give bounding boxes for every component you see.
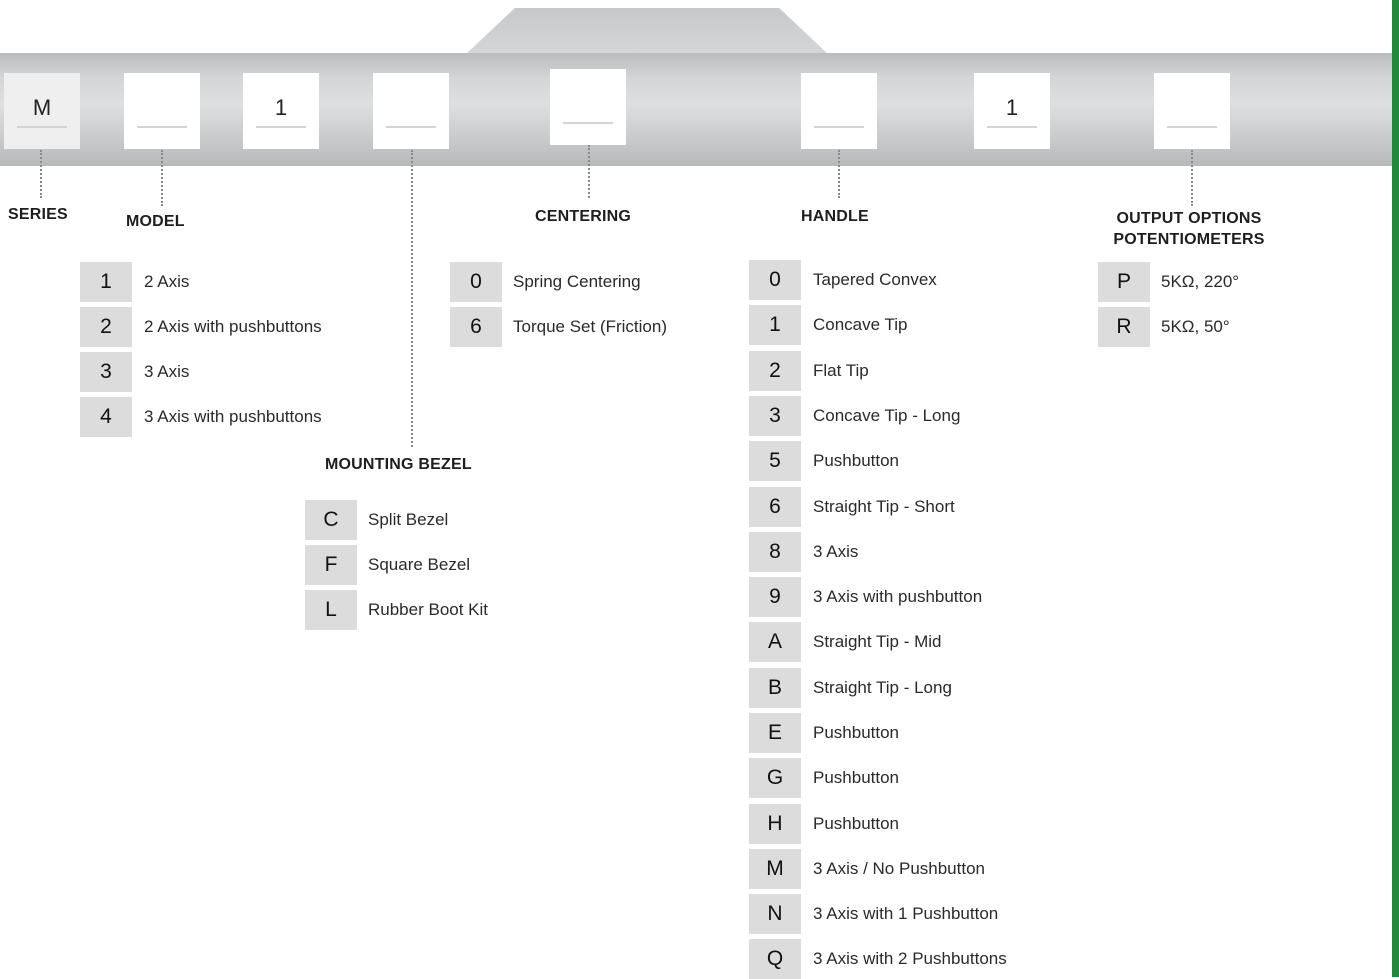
bezel-code: L xyxy=(305,590,357,630)
handle-label: Flat Tip xyxy=(813,361,869,380)
handle-label: Concave Tip xyxy=(813,315,908,334)
connector-output xyxy=(1191,150,1193,206)
handle-code: 1 xyxy=(749,305,801,345)
model-label: 3 Axis xyxy=(144,362,190,381)
centering-header: CENTERING xyxy=(535,208,632,225)
centering-label: Spring Centering xyxy=(513,272,641,291)
handle-label: 3 Axis xyxy=(813,542,859,561)
model-header: MODEL xyxy=(126,213,185,230)
model-code: 2 xyxy=(80,307,132,347)
slot-underline xyxy=(814,126,864,128)
handle-label: Concave Tip - Long xyxy=(813,406,961,425)
model-code: 1 xyxy=(80,262,132,302)
handle-label: Pushbutton xyxy=(813,451,900,470)
connector-handle xyxy=(838,150,840,198)
green-edge-stripe xyxy=(1392,0,1399,977)
handle-label: Straight Tip - Short xyxy=(813,497,955,516)
model-label: 2 Axis with pushbuttons xyxy=(144,317,322,336)
handle-label: Straight Tip - Long xyxy=(813,678,952,697)
handle-code: 2 xyxy=(749,351,801,391)
handle-code: A xyxy=(749,622,801,662)
handle-label: 3 Axis with pushbutton xyxy=(813,587,983,606)
output-options-header: OUTPUT OPTIONS POTENTIOMETERS xyxy=(1094,208,1284,250)
handle-code: G xyxy=(749,758,801,798)
model-label: 2 Axis xyxy=(144,272,190,291)
slot-underline xyxy=(386,126,436,128)
handle-label: Pushbutton xyxy=(813,768,900,787)
slot-series: M xyxy=(4,73,80,149)
handle-code: 8 xyxy=(749,532,801,572)
bezel-code: C xyxy=(305,500,357,540)
handle-code: M xyxy=(749,849,801,889)
handle-code: N xyxy=(749,894,801,934)
slot-underline xyxy=(256,126,306,128)
slot-centering xyxy=(550,69,626,145)
output-label: 5KΩ, 50° xyxy=(1161,317,1230,336)
connector-mounting-bezel xyxy=(411,150,413,447)
centering-label: Torque Set (Friction) xyxy=(513,317,667,336)
model-code: 4 xyxy=(80,397,132,437)
connector-series xyxy=(40,150,42,198)
handle-code: 5 xyxy=(749,441,801,481)
slot-underline xyxy=(137,126,187,128)
handle-label: 3 Axis / No Pushbutton xyxy=(813,859,985,878)
band-top-tab xyxy=(466,8,828,54)
output-label: 5KΩ, 220° xyxy=(1161,272,1240,291)
handle-code: Q xyxy=(749,939,801,979)
handle-code: 9 xyxy=(749,577,801,617)
slot-mounting-bezel xyxy=(373,73,449,149)
potentiometers-subtitle: POTENTIOMETERS xyxy=(1113,231,1265,248)
handle-code: 0 xyxy=(749,260,801,300)
handle-label: Straight Tip - Mid xyxy=(813,632,942,651)
bezel-label: Rubber Boot Kit xyxy=(368,600,489,619)
centering-code: 0 xyxy=(450,262,502,302)
bezel-label: Split Bezel xyxy=(368,510,449,529)
slot-series-value: M xyxy=(32,95,52,120)
handle-label: Pushbutton xyxy=(813,723,900,742)
slot-underline xyxy=(1167,126,1217,128)
output-code: P xyxy=(1098,262,1150,302)
output-code: R xyxy=(1098,307,1150,347)
slot-fixed-2-value: 1 xyxy=(1005,95,1019,120)
handle-label: Pushbutton xyxy=(813,814,900,833)
handle-label: Tapered Convex xyxy=(813,270,937,289)
mounting-bezel-header: MOUNTING BEZEL xyxy=(325,456,472,473)
slot-fixed-2: 1 xyxy=(974,73,1050,149)
bezel-code: F xyxy=(305,545,357,585)
bezel-label: Square Bezel xyxy=(368,555,471,574)
handle-code: 3 xyxy=(749,396,801,436)
handle-label: 3 Axis with 2 Pushbuttons xyxy=(813,949,1007,968)
slot-output xyxy=(1154,73,1230,149)
slot-handle xyxy=(801,73,877,149)
handle-code: 6 xyxy=(749,487,801,527)
handle-header: HANDLE xyxy=(801,208,869,225)
slot-model xyxy=(124,73,200,149)
output-options-title: OUTPUT OPTIONS xyxy=(1116,210,1262,227)
slot-fixed-1: 1 xyxy=(243,73,319,149)
slot-underline xyxy=(987,126,1037,128)
model-label: 3 Axis with pushbuttons xyxy=(144,407,322,426)
handle-code: H xyxy=(749,804,801,844)
handle-label: 3 Axis with 1 Pushbutton xyxy=(813,904,999,923)
model-code: 3 xyxy=(80,352,132,392)
connector-model xyxy=(161,150,163,206)
series-header: SERIES xyxy=(8,206,68,223)
centering-code: 6 xyxy=(450,307,502,347)
slot-fixed-1-value: 1 xyxy=(274,95,288,120)
handle-code: B xyxy=(749,668,801,708)
connector-centering xyxy=(588,145,590,198)
slot-underline xyxy=(17,126,67,128)
slot-underline xyxy=(563,122,613,124)
handle-code: E xyxy=(749,713,801,753)
